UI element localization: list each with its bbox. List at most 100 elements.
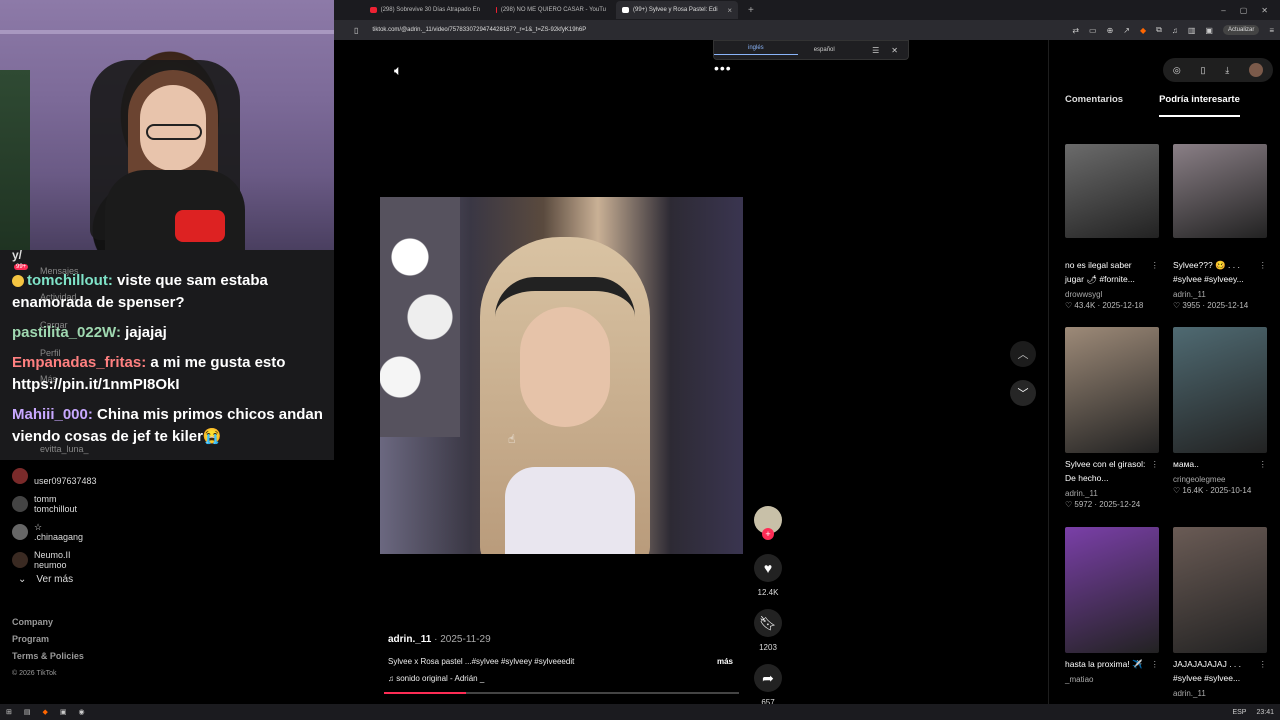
suggestion-thumbnail[interactable]: [1173, 327, 1267, 453]
mouse-cursor-icon: ☝︎: [508, 432, 516, 446]
footer-copyright: © 2026 TikTok: [12, 670, 57, 677]
suggestion-card[interactable]: Sylvee??? 🥴 . . . #sylvee #sylveey... ⋮ a…: [1173, 144, 1267, 310]
following-handle: Neumo.II neumoo: [34, 550, 71, 570]
chat-username: Empanadas_fritas:: [12, 354, 147, 371]
suggestion-author: adrin._11: [1065, 489, 1098, 498]
obs-icon[interactable]: ◉: [79, 708, 85, 716]
translate-icon[interactable]: ⇄: [1072, 26, 1079, 35]
video-player[interactable]: [380, 197, 743, 554]
previous-video-button[interactable]: ︿: [1010, 341, 1036, 367]
author-avatar[interactable]: +: [754, 506, 782, 540]
video-progress-bar[interactable]: [384, 692, 739, 694]
browser-toolbar: ▯ tiktok.com/@adrin._11/video/7578330729…: [334, 20, 1280, 40]
wallet-icon[interactable]: ▣: [1205, 26, 1213, 35]
chat-username: pastilita_022W:: [12, 324, 121, 341]
screenshot-icon[interactable]: ▭: [1089, 26, 1097, 35]
share-icon[interactable]: ↗: [1123, 26, 1130, 35]
close-tab-icon[interactable]: ×: [727, 6, 732, 15]
profile-avatar[interactable]: [1249, 63, 1264, 77]
footer-links: Company Program Terms & Policies © 2026 …: [12, 614, 84, 682]
suggestion-card[interactable]: no es ilegal saber jugar 🌶 #fornite... ⋮ …: [1065, 144, 1159, 310]
tray-lang[interactable]: ESP: [1232, 709, 1246, 716]
menu-icon[interactable]: ≡: [1269, 26, 1274, 35]
device-icon[interactable]: ▯: [1201, 65, 1206, 76]
following-item[interactable]: ☆ .chinaagang: [12, 518, 332, 546]
music-icon[interactable]: ♫: [1172, 26, 1178, 35]
suggestion-title-row: no es ilegal saber jugar 🌶 #fornite... ⋮: [1065, 258, 1160, 286]
chat-cut-text: y/: [12, 248, 23, 262]
url-bar[interactable]: tiktok.com/@adrin._11/video/757833072947…: [366, 23, 766, 37]
update-button[interactable]: Actualizar: [1222, 25, 1260, 35]
christmas-tree: [0, 70, 30, 250]
minimize-icon[interactable]: –: [1221, 6, 1225, 15]
download-icon[interactable]: ⤓: [1225, 65, 1229, 76]
tiktok-icon: [622, 7, 629, 13]
lang-spanish-option[interactable]: español: [798, 47, 851, 53]
screen: (298) Sobrevive 30 Días Atrapado En (298…: [0, 0, 1280, 720]
share-arrow-icon[interactable]: ➦: [754, 664, 782, 692]
suggestion-card[interactable]: Sylvee con el girasol: De hecho... ⋮ adri…: [1065, 327, 1159, 509]
brave-icon[interactable]: ◆: [43, 708, 48, 716]
video-description: Sylvee x Rosa pastel ...#sylvee #sylveey…: [388, 657, 575, 666]
browser-tab-3[interactable]: (99+) Sylvee y Rosa Pastel: Edi ×: [616, 1, 738, 19]
tab-comments[interactable]: Comentarios: [1065, 94, 1123, 117]
tab-title: (298) Sobrevive 30 Días Atrapado En: [380, 7, 480, 13]
suggestion-thumbnail[interactable]: [1065, 327, 1159, 453]
following-item[interactable]: Neumo.II neumoo: [12, 546, 332, 574]
shelf: [0, 30, 334, 34]
browser-tab-1[interactable]: (298) Sobrevive 30 Días Atrapado En: [364, 1, 486, 19]
zoom-icon[interactable]: ⊕: [1107, 26, 1114, 35]
suggestion-thumbnail[interactable]: [1065, 527, 1159, 653]
footer-company[interactable]: Company: [12, 614, 84, 631]
next-video-button[interactable]: ﹀: [1010, 380, 1036, 406]
card-menu-icon[interactable]: ⋮: [1151, 258, 1160, 286]
suggestion-thumbnail[interactable]: [1173, 527, 1267, 653]
suggestion-thumbnail[interactable]: [1173, 144, 1267, 238]
card-menu-icon[interactable]: ⋮: [1259, 457, 1268, 471]
bookmark-icon[interactable]: ▯: [354, 26, 358, 35]
volume-icon[interactable]: 🔈︎: [394, 62, 402, 79]
more-options-icon[interactable]: •••: [714, 60, 732, 76]
translate-menu-icon[interactable]: ☰: [872, 46, 879, 55]
card-menu-icon[interactable]: ⋮: [1259, 657, 1268, 685]
file-explorer-icon[interactable]: ▤: [24, 708, 31, 716]
suggestion-card[interactable]: JAJAJAJAJAJ . . . #sylvee #sylvee... ⋮ ad…: [1173, 527, 1267, 698]
card-menu-icon[interactable]: ⋮: [1151, 457, 1160, 485]
bookmark-icon[interactable]: 🔖︎: [754, 609, 782, 637]
see-more-button[interactable]: ⌄ Ver más: [18, 574, 73, 585]
chevron-down-icon: ﹀: [1017, 388, 1029, 400]
video-author[interactable]: adrin._11: [388, 634, 431, 645]
like-count: 12.4K: [757, 588, 779, 597]
tab-suggestions[interactable]: Podría interesarte: [1159, 94, 1240, 117]
following-item[interactable]: tomm tomchillout: [12, 490, 332, 518]
suggestion-thumbnail[interactable]: [1065, 144, 1159, 238]
browser-tab-2[interactable]: (298) NO ME QUIERO CASAR - YouTu: [490, 1, 612, 19]
sidebar-icon[interactable]: ▥: [1188, 26, 1196, 35]
compass-icon[interactable]: ◎: [1173, 65, 1181, 76]
sub-badge-icon: [12, 275, 24, 288]
card-menu-icon[interactable]: ⋮: [1259, 258, 1268, 286]
lang-english-option[interactable]: inglés: [714, 45, 798, 55]
shield-icon[interactable]: ◆: [1140, 26, 1146, 35]
follow-plus-icon[interactable]: +: [762, 528, 774, 540]
app-icon[interactable]: ▣: [60, 708, 67, 716]
windows-start-icon[interactable]: ⊞: [6, 708, 12, 716]
video-music[interactable]: ♫ sonido original - Adrián _: [388, 674, 733, 683]
translate-close-icon[interactable]: ✕: [891, 46, 898, 55]
chevron-down-icon: ⌄: [18, 574, 27, 585]
new-tab-button[interactable]: +: [742, 5, 760, 16]
footer-program[interactable]: Program: [12, 631, 84, 648]
suggestion-card[interactable]: мама.. ⋮ cringeolegmee ♡ 16.4K · 2025-10-…: [1173, 327, 1267, 495]
more-text-button[interactable]: más: [717, 657, 733, 666]
footer-terms[interactable]: Terms & Policies: [12, 648, 84, 665]
youtube-icon: [496, 7, 497, 13]
close-window-icon[interactable]: ✕: [1261, 6, 1268, 15]
card-menu-icon[interactable]: ⋮: [1151, 657, 1160, 671]
maximize-icon[interactable]: ▢: [1240, 6, 1248, 15]
following-item[interactable]: user097637483: [12, 462, 332, 490]
heart-icon[interactable]: ♥: [754, 554, 782, 582]
tray-clock[interactable]: 23:41: [1256, 709, 1274, 716]
suggestion-card[interactable]: hasta la proxima! ✈️ ⋮ _matiao: [1065, 527, 1159, 684]
extensions-icon[interactable]: ⧉: [1156, 25, 1162, 35]
avatar: [12, 552, 28, 568]
